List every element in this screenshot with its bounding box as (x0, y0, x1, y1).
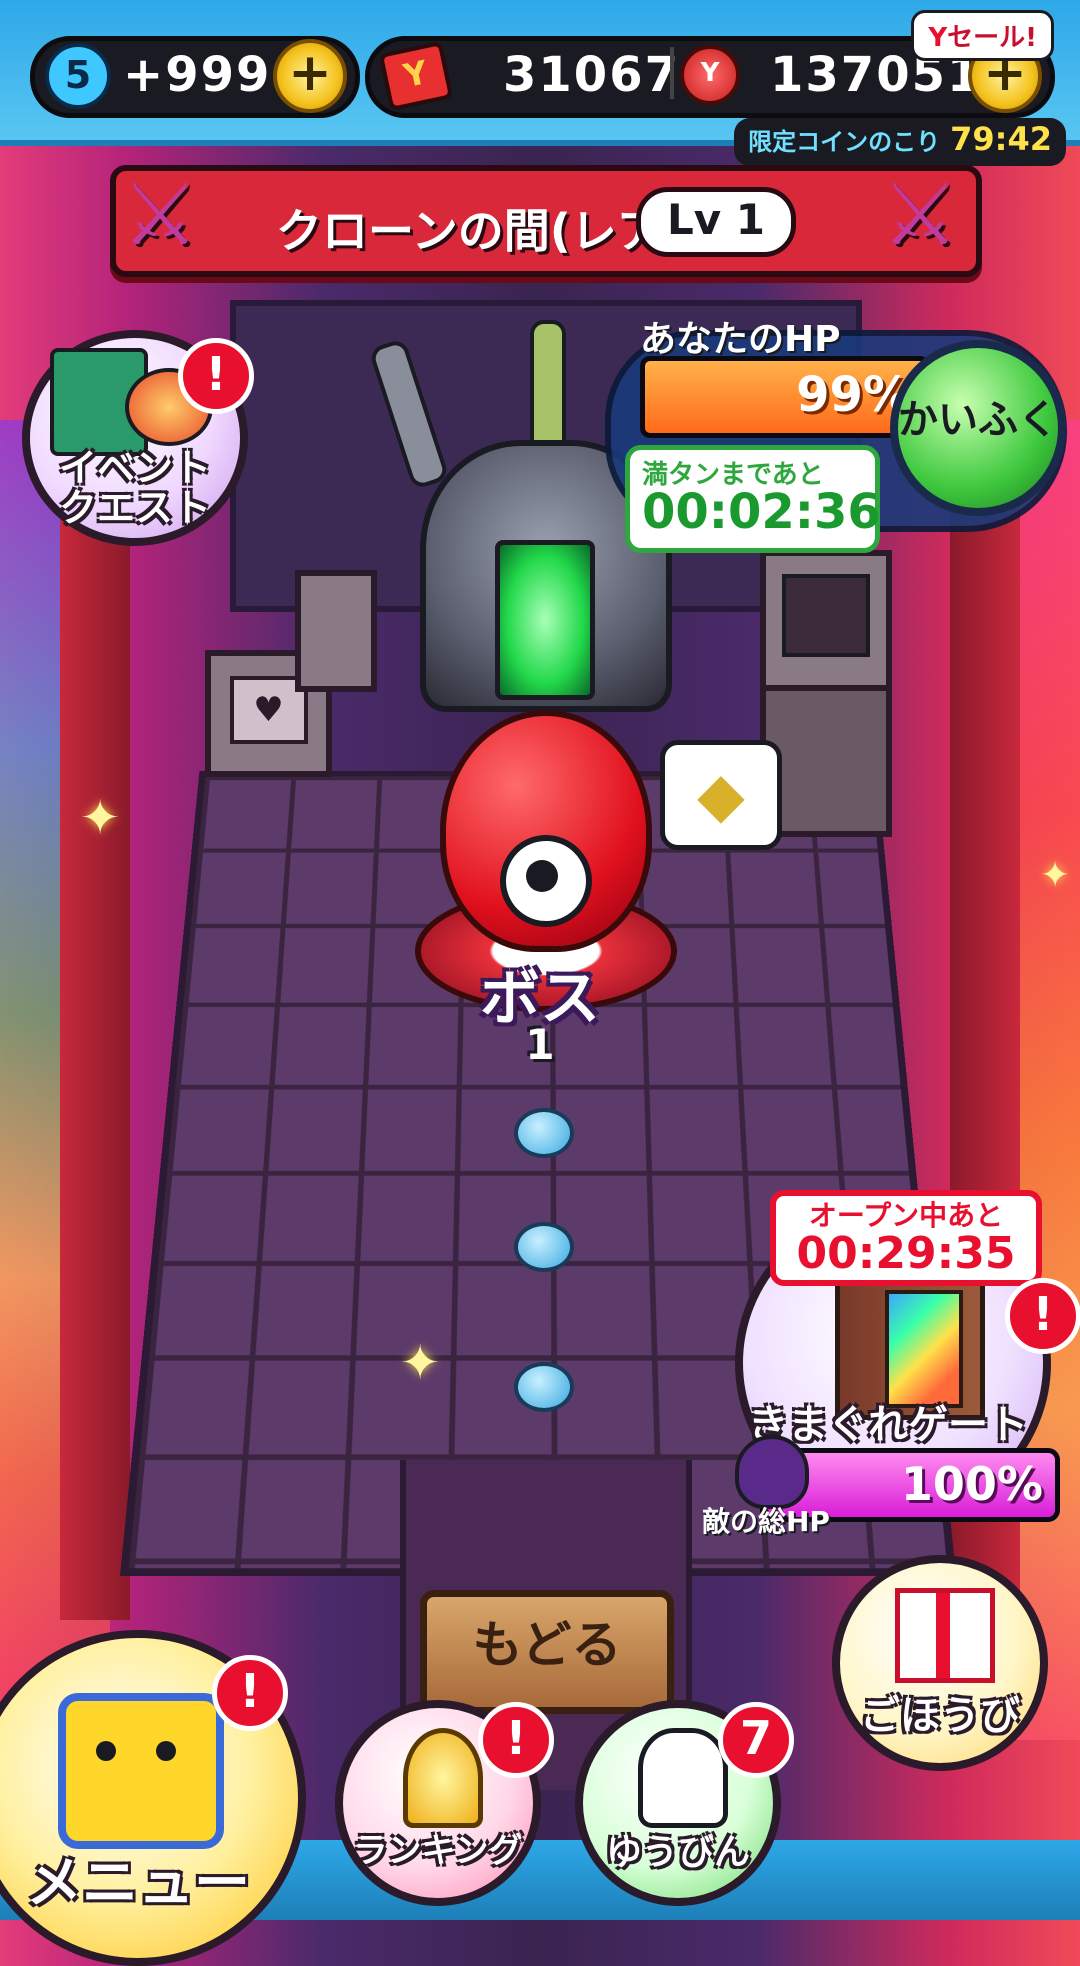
stamina-pill: 5 +999 + (30, 36, 360, 118)
ymoney-icon: Y (928, 23, 948, 53)
boss-number: 1 (525, 1020, 555, 1069)
ymoney-card-icon: Y (378, 40, 454, 112)
stage-level: Lv 1 (636, 187, 796, 257)
limited-coin-time: 79:42 (950, 120, 1052, 158)
reward-label: ごほうび (860, 1693, 1020, 1739)
enemy-flame-icon (735, 1435, 809, 1509)
hp-label: あなたのHP (640, 319, 841, 360)
control-panel (295, 570, 377, 692)
room-wall-left (60, 420, 130, 1620)
sword-right-icon: ⚔ (881, 165, 959, 265)
gate-open-timer: オープン中あと 00:29:35 (770, 1190, 1042, 1286)
stage-title: クローンの間(レア) (276, 204, 684, 258)
cheese-monster-icon: ◆ (697, 758, 745, 831)
trophy-wings-icon (403, 1728, 483, 1828)
eye-left (96, 1741, 116, 1761)
ranking-label: ランキング (353, 1831, 523, 1871)
add-stamina-button[interactable]: + (273, 39, 347, 113)
mail-character-icon (638, 1728, 728, 1828)
whisper-pad-icon (58, 1693, 224, 1849)
gift-ribbon (936, 1593, 950, 1678)
spirit-flame-icon: 5 (45, 43, 111, 109)
currency-divider (670, 47, 674, 99)
gate-portal-icon (885, 1290, 963, 1408)
reward-button[interactable]: ごほうび (832, 1555, 1048, 1771)
ranking-alert-badge: ! (478, 1702, 554, 1778)
event-quest-label-2: クエスト (58, 486, 211, 530)
menu-alert-badge: ! (212, 1655, 288, 1731)
sale-tag[interactable]: Yセール! (911, 10, 1054, 61)
tv-right (760, 550, 892, 692)
gift-box-icon (895, 1588, 995, 1683)
sparkle-icon: ✦ (80, 790, 121, 846)
gate-alert-badge: ! (1005, 1278, 1080, 1354)
ycoin-icon: Y (680, 45, 740, 105)
heal-button[interactable]: かいふく (890, 340, 1066, 516)
drop-item-bubble: ◆ (660, 740, 782, 850)
path-node[interactable] (514, 1362, 574, 1412)
sale-label: セール! (947, 23, 1037, 53)
sparkle-icon: ✦ (1040, 855, 1071, 896)
hp-bar: 99% (640, 356, 930, 438)
eye-right (156, 1741, 176, 1761)
mail-count-badge: 7 (718, 1702, 794, 1778)
ycard-count: 31067 (503, 47, 680, 103)
hp-full-timer: 満タンまであと 00:02:36 (625, 445, 881, 553)
sparkle-icon: ✦ (400, 1335, 441, 1391)
limited-coin-label: 限定コインのこり (748, 128, 941, 156)
gate-open-time: 00:29:35 (796, 1228, 1016, 1279)
spirit-count: 5 (64, 53, 92, 97)
stage-banner: クローンの間(レア) Lv 1 (110, 165, 982, 277)
clone-machine-capsule (495, 540, 595, 700)
enemy-hp-percent: 100% (900, 1457, 1043, 1511)
menu-label: メニュー (26, 1851, 250, 1916)
hp-full-time: 00:02:36 (642, 484, 881, 540)
sword-left-icon: ⚔ (121, 165, 199, 265)
path-node[interactable] (514, 1222, 574, 1272)
boss-pupil (526, 860, 558, 892)
event-quest-label-1: イベント (58, 446, 211, 490)
enemy-hp-label: 敵の総HP (702, 1505, 830, 1538)
mail-label: ゆうびん (605, 1832, 750, 1873)
back-button[interactable]: もどる (420, 1590, 674, 1714)
tv-screen (782, 574, 870, 657)
limited-coin-timer: 限定コインのこり 79:42 (734, 118, 1066, 166)
stamina-value: +999 (123, 47, 272, 103)
event-quest-alert-badge: ! (178, 338, 254, 414)
path-node[interactable] (514, 1108, 574, 1158)
